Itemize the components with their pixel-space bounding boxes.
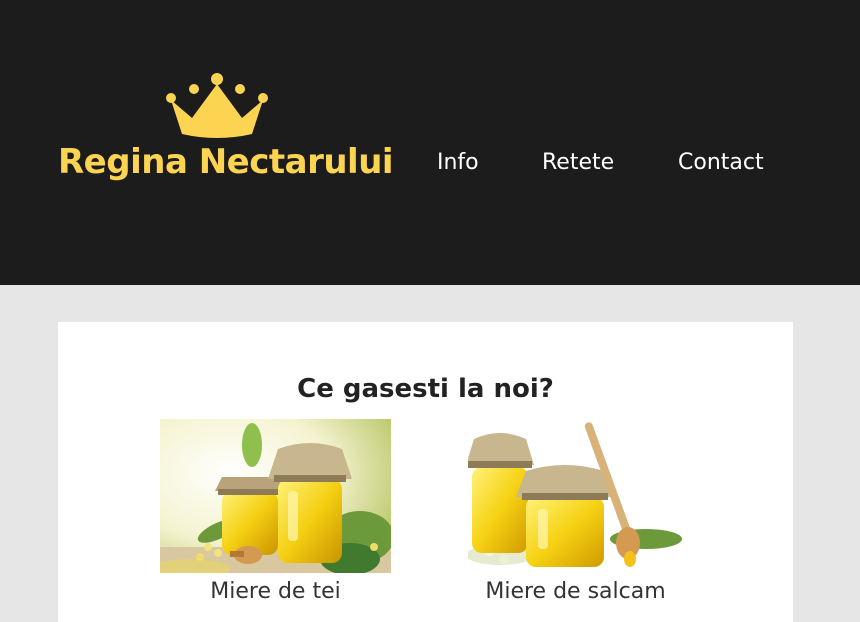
brand-name: Regina Nectarului [58,142,394,182]
honey-jars-linden-image [160,419,391,573]
products-card: Ce gasesti la noi? Miere de tei Miere de… [58,322,793,622]
nav-link-contact[interactable]: Contact [678,150,764,175]
section-title: Ce gasesti la noi? [297,374,554,404]
honey-jars-acacia-image [468,419,683,574]
crown-icon [166,73,268,138]
product-name-salcam: Miere de salcam [485,579,666,604]
nav-link-info[interactable]: Info [437,150,479,175]
site-header: Regina Nectarului Info Retete Contact [0,0,860,285]
product-name-tei: Miere de tei [210,579,341,604]
product-card-salcam[interactable]: Miere de salcam [468,419,683,604]
product-card-tei[interactable]: Miere de tei [160,419,391,604]
nav-link-retete[interactable]: Retete [542,150,614,175]
